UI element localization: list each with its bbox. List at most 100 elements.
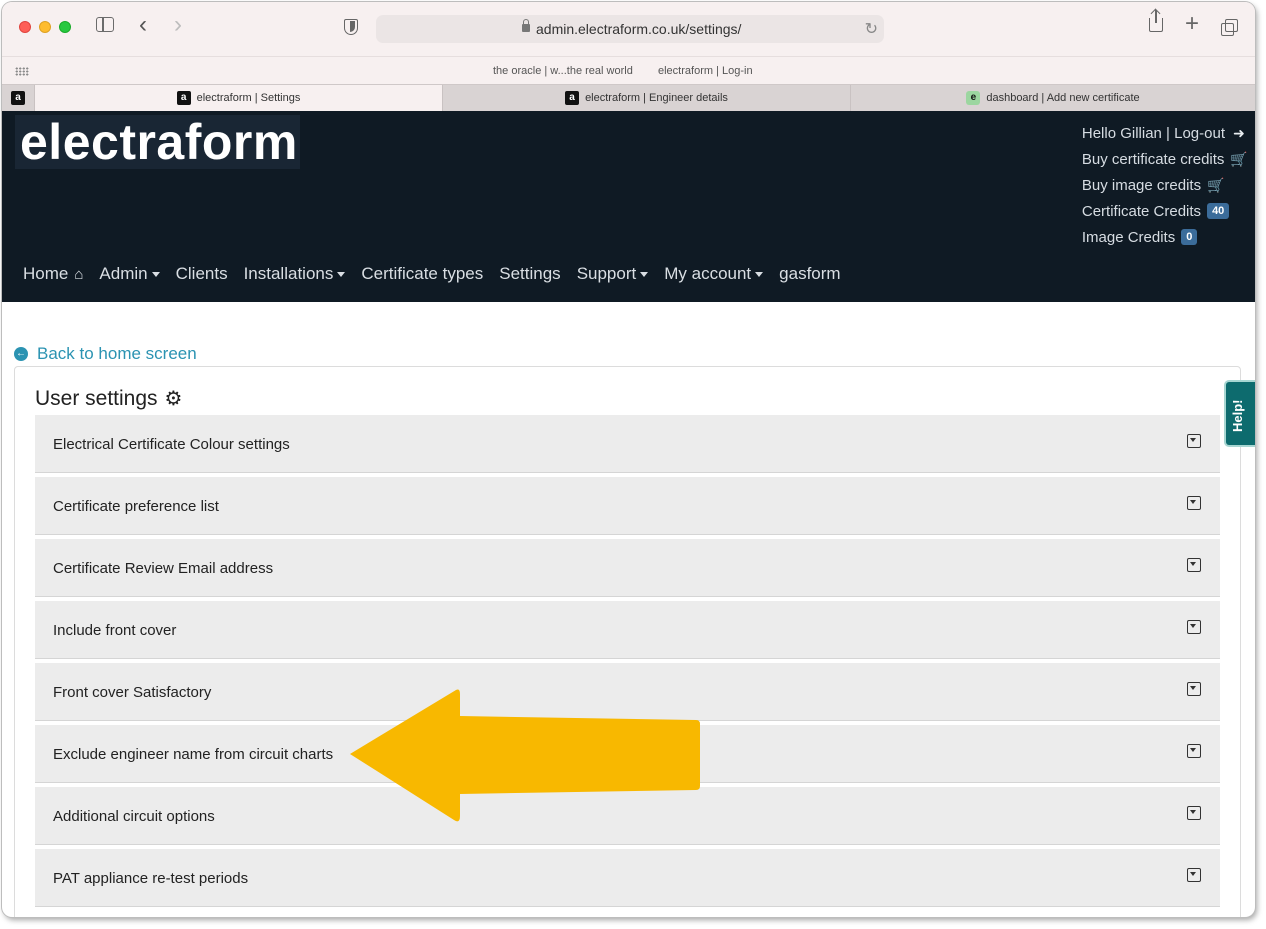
nav-support-label: Support bbox=[576, 264, 637, 283]
caret-square-down-icon[interactable] bbox=[1187, 558, 1201, 572]
favorite-item[interactable]: electraform | Log-in bbox=[658, 65, 753, 77]
home-icon: ⌂ bbox=[74, 265, 84, 283]
panel-label: Certificate Review Email address bbox=[53, 560, 274, 577]
favorites-bar: the oracle | w...the real world electraf… bbox=[2, 56, 1255, 84]
share-icon[interactable] bbox=[1149, 10, 1163, 32]
tab-label: electraform | Settings bbox=[196, 92, 301, 104]
back-to-home-link[interactable]: ← Back to home screen bbox=[14, 344, 197, 364]
buy-image-credits-link[interactable]: Buy image credits 🛒 bbox=[1082, 172, 1247, 198]
panel-label: Additional circuit options bbox=[53, 808, 215, 825]
nav-admin[interactable]: Admin bbox=[99, 264, 160, 284]
tab-label: dashboard | Add new certificate bbox=[986, 92, 1140, 104]
minimize-window-button[interactable] bbox=[39, 21, 51, 33]
cart-plus-icon: 🛒 bbox=[1207, 176, 1225, 193]
tab-engineer-details[interactable]: a electraform | Engineer details bbox=[443, 85, 851, 111]
caret-square-down-icon[interactable] bbox=[1187, 620, 1201, 634]
caret-square-down-icon[interactable] bbox=[1187, 806, 1201, 820]
buy-certificate-credits-link[interactable]: Buy certificate credits 🛒 bbox=[1081, 146, 1248, 172]
page-title: User settings ⚙ bbox=[35, 386, 182, 411]
caret-down-icon bbox=[755, 271, 764, 277]
back-link-label: Back to home screen bbox=[37, 344, 197, 363]
tab-label: electraform | Engineer details bbox=[585, 92, 728, 104]
browser-toolbar: ‹ › admin.electraform.co.uk/settings/ ↻ … bbox=[2, 2, 1255, 56]
caret-square-down-icon[interactable] bbox=[1187, 434, 1201, 448]
sidebar-icon[interactable] bbox=[96, 17, 114, 32]
favicon: a bbox=[176, 91, 191, 105]
cart-icon: 🛒 bbox=[1230, 150, 1248, 167]
logout-icon: ➜ bbox=[1233, 124, 1245, 141]
settings-panel-preference-list[interactable]: Certificate preference list bbox=[35, 477, 1220, 535]
settings-panel-electrical-colour[interactable]: Electrical Certificate Colour settings bbox=[35, 415, 1220, 473]
caret-square-down-icon[interactable] bbox=[1187, 868, 1201, 882]
pinned-tab[interactable]: a bbox=[2, 85, 35, 111]
image-credits-badge: 0 bbox=[1181, 229, 1198, 245]
tab-settings[interactable]: a electraform | Settings bbox=[35, 85, 443, 111]
certificate-credits-label: Certificate Credits bbox=[1081, 202, 1202, 220]
caret-down-icon bbox=[151, 271, 160, 277]
panel-label: Front cover Satisfactory bbox=[53, 684, 212, 701]
caret-square-down-icon[interactable] bbox=[1187, 496, 1201, 510]
forward-arrow-icon[interactable]: › bbox=[174, 13, 182, 37]
greeting-text: Hello Gillian | Log-out bbox=[1081, 124, 1225, 142]
nav-home-label: Home bbox=[23, 264, 69, 283]
logout-link[interactable]: Hello Gillian | Log-out ➜ bbox=[1082, 120, 1247, 146]
shield-icon[interactable] bbox=[344, 19, 358, 35]
nav-settings[interactable]: Settings bbox=[499, 264, 560, 284]
panel-label: Electrical Certificate Colour settings bbox=[53, 436, 290, 453]
buy-image-credits-label: Buy image credits bbox=[1081, 176, 1202, 194]
page-title-text: User settings bbox=[35, 386, 158, 410]
favorite-item[interactable]: the oracle | w...the real world bbox=[493, 65, 633, 77]
image-credits-label: Image Credits bbox=[1081, 228, 1176, 246]
reload-icon[interactable]: ↻ bbox=[865, 19, 878, 39]
site-header: electraform Hello Gillian | Log-out ➜ Bu… bbox=[2, 111, 1255, 302]
nav-my-account[interactable]: My account bbox=[664, 264, 764, 284]
nav-home[interactable]: Home ⌂ bbox=[23, 264, 83, 284]
caret-square-down-icon[interactable] bbox=[1187, 744, 1201, 758]
grid-icon[interactable] bbox=[15, 67, 29, 76]
zoom-window-button[interactable] bbox=[59, 21, 71, 33]
settings-panel-pat-retest[interactable]: PAT appliance re-test periods bbox=[35, 849, 1220, 907]
tab-strip: a a electraform | Settings a electraform… bbox=[2, 84, 1255, 111]
settings-card: User settings ⚙ Electrical Certificate C… bbox=[14, 366, 1241, 917]
back-arrow-icon[interactable]: ‹ bbox=[139, 13, 147, 37]
image-credits: Image Credits 0 bbox=[1082, 224, 1247, 250]
close-window-button[interactable] bbox=[19, 21, 31, 33]
lock-icon bbox=[522, 19, 530, 32]
favicon: e bbox=[966, 91, 981, 105]
favicon: a bbox=[11, 91, 25, 105]
nav-installations-label: Installations bbox=[243, 264, 334, 283]
arrow-circle-left-icon: ← bbox=[14, 347, 28, 361]
nav-clients[interactable]: Clients bbox=[176, 264, 228, 284]
site-logo[interactable]: electraform bbox=[15, 115, 300, 169]
settings-panel-review-email[interactable]: Certificate Review Email address bbox=[35, 539, 1220, 597]
caret-square-down-icon[interactable] bbox=[1187, 682, 1201, 696]
buy-certificate-credits-label: Buy certificate credits bbox=[1081, 150, 1225, 168]
new-tab-icon[interactable]: + bbox=[1185, 12, 1199, 36]
url-text: admin.electraform.co.uk/settings/ bbox=[536, 21, 742, 37]
settings-panel-front-cover[interactable]: Include front cover bbox=[35, 601, 1220, 659]
panel-label: Exclude engineer name from circuit chart… bbox=[53, 746, 334, 763]
panel-label: Certificate preference list bbox=[53, 498, 219, 515]
main-nav: Home ⌂ Admin Clients Installations Certi… bbox=[23, 264, 857, 284]
panel-label: Include front cover bbox=[53, 622, 177, 639]
address-bar[interactable]: admin.electraform.co.uk/settings/ ↻ bbox=[376, 15, 884, 43]
gear-icon: ⚙ bbox=[164, 388, 183, 410]
nav-support[interactable]: Support bbox=[577, 264, 649, 284]
nav-my-account-label: My account bbox=[664, 264, 752, 283]
nav-gasform[interactable]: gasform bbox=[779, 264, 840, 284]
caret-down-icon bbox=[337, 271, 346, 277]
favicon: a bbox=[565, 91, 580, 105]
certificate-credits-badge: 40 bbox=[1207, 203, 1230, 219]
browser-window: ‹ › admin.electraform.co.uk/settings/ ↻ … bbox=[2, 2, 1255, 917]
user-menu: Hello Gillian | Log-out ➜ Buy certificat… bbox=[1081, 120, 1248, 250]
panel-label: PAT appliance re-test periods bbox=[53, 870, 249, 887]
caret-down-icon bbox=[640, 271, 649, 277]
help-button[interactable]: Help! bbox=[1224, 380, 1255, 447]
annotation-arrow bbox=[350, 689, 700, 822]
nav-certificate-types[interactable]: Certificate types bbox=[361, 264, 483, 284]
tab-overview-icon[interactable] bbox=[1221, 19, 1238, 36]
certificate-credits: Certificate Credits 40 bbox=[1082, 198, 1247, 224]
nav-admin-label: Admin bbox=[99, 264, 148, 283]
tab-add-new-certificate[interactable]: e dashboard | Add new certificate bbox=[851, 85, 1255, 111]
nav-installations[interactable]: Installations bbox=[244, 264, 346, 284]
